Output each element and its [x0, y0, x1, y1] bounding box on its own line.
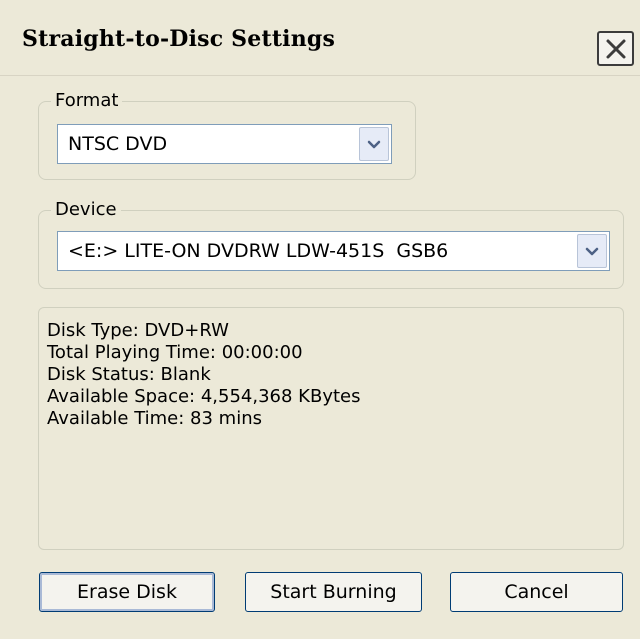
device-select[interactable]: <E:> LITE-ON DVDRW LDW-451S GSB6 [57, 231, 610, 271]
erase-disk-button[interactable]: Erase Disk [39, 572, 215, 612]
chevron-down-icon [585, 242, 599, 261]
device-group: Device <E:> LITE-ON DVDRW LDW-451S GSB6 [38, 199, 624, 289]
disk-status-text: Disk Status: Blank [47, 364, 211, 385]
device-group-label: Device [51, 199, 121, 221]
total-playing-time-text: Total Playing Time: 00:00:00 [47, 342, 303, 363]
format-select[interactable]: NTSC DVD [57, 124, 392, 164]
cancel-button[interactable]: Cancel [450, 572, 623, 612]
chevron-down-icon [367, 135, 381, 154]
available-time-text: Available Time: 83 mins [47, 408, 262, 429]
available-space-text: Available Space: 4,554,368 KBytes [47, 386, 361, 407]
device-selected-value: <E:> LITE-ON DVDRW LDW-451S GSB6 [68, 240, 449, 262]
device-dropdown-button[interactable] [577, 234, 607, 268]
settings-dialog: Straight-to-Disc Settings Format NTSC DV… [0, 0, 640, 639]
close-icon [605, 38, 627, 60]
format-dropdown-button[interactable] [359, 127, 389, 161]
format-group: Format NTSC DVD [38, 90, 416, 180]
close-button[interactable] [597, 31, 634, 66]
disk-type-text: Disk Type: DVD+RW [47, 320, 229, 341]
dialog-body: Format NTSC DVD Device <E:> LITE-ON DVDR… [0, 76, 640, 639]
window-title: Straight-to-Disc Settings [22, 26, 336, 52]
format-group-label: Format [51, 90, 123, 112]
start-burning-button[interactable]: Start Burning [245, 572, 422, 612]
disk-info-panel: Disk Type: DVD+RW Total Playing Time: 00… [38, 307, 624, 550]
title-bar[interactable]: Straight-to-Disc Settings [0, 10, 640, 76]
format-selected-value: NTSC DVD [68, 133, 168, 155]
